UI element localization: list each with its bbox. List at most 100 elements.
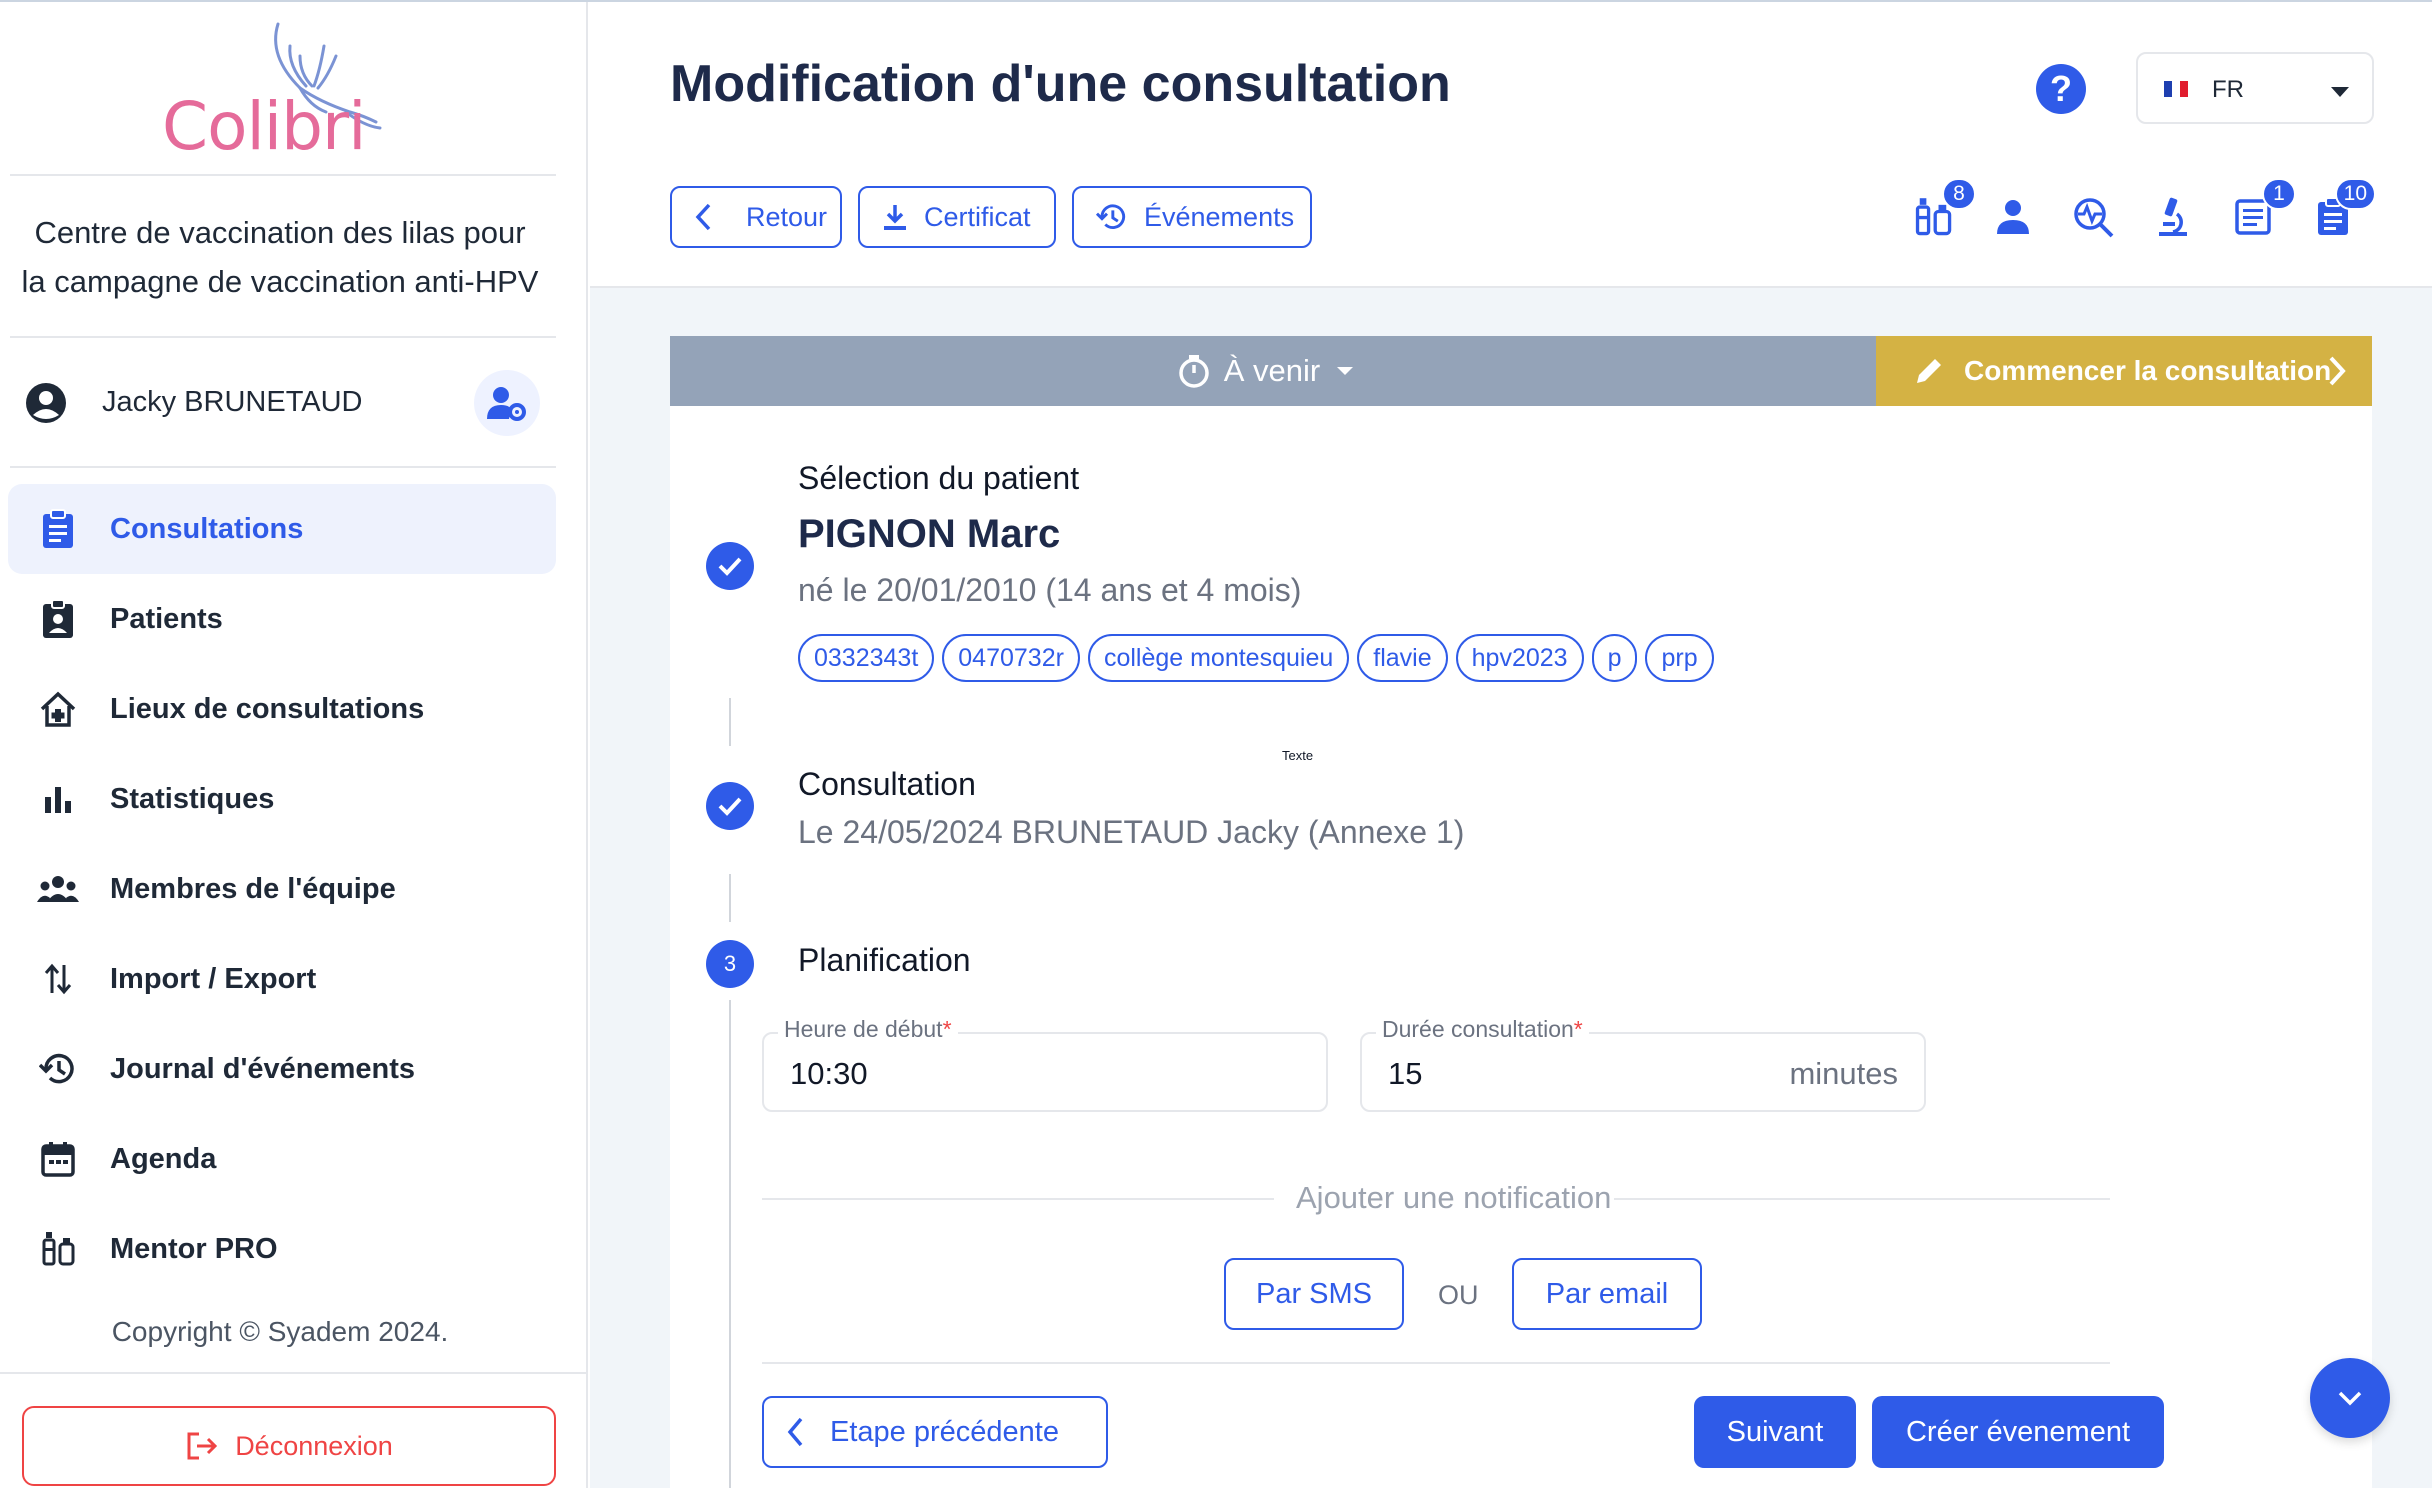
page-title: Modification d'une consultation — [670, 55, 1451, 113]
sidebar-item-journal[interactable]: Journal d'événements — [8, 1024, 556, 1114]
duration-value: 15 — [1388, 1056, 1423, 1091]
step-planning-title: Planification — [798, 942, 971, 978]
patient-tag[interactable]: prp — [1645, 634, 1714, 682]
patient-tag[interactable]: hpv2023 — [1455, 634, 1584, 682]
scroll-down-button[interactable] — [2310, 1358, 2390, 1438]
patient-tag[interactable]: 0332343t — [798, 634, 935, 682]
sidebar-item-mentor-pro[interactable]: Mentor PRO — [8, 1204, 556, 1294]
diagnosis-tool-button[interactable] — [2068, 192, 2118, 242]
sidebar-divider — [10, 336, 556, 338]
sidebar-item-label: Import / Export — [110, 962, 317, 995]
previous-step-button[interactable]: Etape précédente — [762, 1396, 1108, 1468]
notes-tool-button[interactable]: 1 — [2228, 178, 2296, 242]
duration-unit: minutes — [1789, 1056, 1898, 1091]
app: Colibri Centre de vaccination des lilas … — [0, 0, 2432, 1488]
history-icon — [1096, 204, 1126, 229]
chevron-left-icon — [787, 1417, 803, 1447]
vaccination-center-name: Centre de vaccination des lilas pour la … — [0, 208, 560, 306]
step-connector — [729, 874, 731, 922]
patient-tag[interactable]: p — [1591, 634, 1638, 682]
patient-name: PIGNON Marc — [798, 512, 1061, 556]
timer-icon — [1179, 355, 1209, 388]
sidebar-item-label: Membres de l'équipe — [110, 872, 396, 905]
user-circle-icon — [26, 383, 66, 423]
floating-text-label: Texte — [1282, 748, 1314, 763]
duration-field[interactable]: Durée consultation* 15 minutes — [1360, 1016, 1926, 1112]
sidebar-item-membres[interactable]: Membres de l'équipe — [8, 844, 556, 934]
sidebar-item-lieux[interactable]: Lieux de consultations — [8, 664, 556, 754]
main-content: À venir Commencer la consultation Sélect… — [590, 288, 2432, 1488]
pencil-icon — [1917, 359, 1941, 383]
team-icon — [36, 867, 80, 911]
sidebar-item-patients[interactable]: Patients — [8, 574, 556, 664]
next-button[interactable]: Suivant — [1694, 1396, 1856, 1468]
sms-notification-button[interactable]: Par SMS — [1224, 1258, 1404, 1330]
bar-chart-icon — [36, 777, 80, 821]
language-select[interactable]: FR — [2136, 52, 2374, 124]
home-medical-icon — [36, 687, 80, 731]
sidebar-item-label: Statistiques — [110, 782, 275, 815]
sidebar-divider — [0, 1372, 588, 1374]
patient-tag[interactable]: 0470732r — [942, 634, 1080, 682]
patient-birth-date: né le 20/01/2010 (14 ans et 4 mois) — [798, 572, 1302, 608]
center-name-line-1: Centre de vaccination des lilas pour — [34, 215, 526, 250]
status-label: À venir — [1223, 353, 1321, 388]
step-3-current-indicator: 3 — [706, 940, 754, 988]
sidebar-divider — [10, 174, 556, 176]
start-consultation-label: Commencer la consultation — [1964, 355, 2332, 386]
documents-tool-button[interactable]: 10 — [2308, 178, 2376, 242]
search-pulse-icon — [2074, 198, 2114, 238]
sidebar-divider — [10, 466, 556, 468]
colibri-logo[interactable]: Colibri — [150, 16, 390, 165]
sidebar-item-consultations[interactable]: Consultations — [8, 484, 556, 574]
patient-tag[interactable]: flavie — [1357, 634, 1448, 682]
start-consultation-button[interactable]: Commencer la consultation — [1876, 336, 2372, 406]
actions-divider — [762, 1362, 2110, 1364]
user-name: Jacky BRUNETAUD — [102, 386, 363, 418]
user-gear-icon — [487, 387, 526, 421]
import-export-icon — [36, 957, 80, 1001]
status-dropdown[interactable]: À venir — [670, 336, 1876, 406]
sidebar-item-label: Journal d'événements — [110, 1052, 416, 1085]
sidebar: Colibri Centre de vaccination des lilas … — [0, 0, 588, 1488]
check-icon — [718, 797, 742, 816]
create-event-button[interactable]: Créer évenement — [1872, 1396, 2164, 1468]
logout-icon — [187, 1432, 218, 1460]
notification-title: Ajouter une notification — [1296, 1180, 1612, 1215]
sidebar-item-label: Agenda — [110, 1142, 217, 1175]
sidebar-item-label: Mentor PRO — [110, 1232, 278, 1265]
person-icon — [1997, 200, 2029, 234]
sidebar-item-agenda[interactable]: Agenda — [8, 1114, 556, 1204]
sidebar-item-import-export[interactable]: Import / Export — [8, 934, 556, 1024]
start-time-label: Heure de début* — [778, 1016, 958, 1043]
vaccine-icon — [36, 1227, 80, 1271]
patient-badge-icon — [36, 597, 80, 641]
logo-text: Colibri — [162, 88, 367, 165]
back-button[interactable]: Retour — [670, 186, 842, 248]
logout-label: Déconnexion — [235, 1430, 393, 1461]
previous-step-label: Etape précédente — [830, 1415, 1059, 1448]
patient-tool-button[interactable] — [1988, 192, 2038, 242]
sidebar-item-statistiques[interactable]: Statistiques — [8, 754, 556, 844]
email-notification-button[interactable]: Par email — [1512, 1258, 1702, 1330]
center-name-line-2: la campagne de vaccination anti-HPV — [21, 264, 539, 299]
start-time-field[interactable]: Heure de début* 10:30 — [762, 1016, 1328, 1112]
certificate-button[interactable]: Certificat — [858, 186, 1056, 248]
consultation-card: À venir Commencer la consultation Sélect… — [670, 336, 2372, 1488]
help-button[interactable]: ? — [2036, 64, 2086, 114]
patient-tag[interactable]: collège montesquieu — [1087, 634, 1350, 682]
sidebar-item-label: Consultations — [110, 512, 304, 545]
lab-tool-button[interactable] — [2148, 192, 2198, 242]
consultation-detail: Le 24/05/2024 BRUNETAUD Jacky (Annexe 1) — [798, 814, 1465, 850]
vaccines-tool-button[interactable]: 8 — [1908, 178, 1976, 242]
user-settings-button[interactable] — [474, 370, 540, 436]
step-patient-title: Sélection du patient — [798, 460, 1080, 496]
step-2-complete-indicator — [706, 782, 754, 830]
step-consultation-title: Consultation — [798, 766, 976, 802]
logout-button[interactable]: Déconnexion — [22, 1406, 556, 1486]
clipboard-icon — [36, 507, 80, 551]
events-button[interactable]: Événements — [1072, 186, 1312, 248]
vaccines-count-badge: 8 — [1942, 178, 1976, 210]
patient-tags: 0332343t 0470732r collège montesquieu fl… — [798, 634, 1722, 682]
back-label: Retour — [746, 201, 828, 232]
